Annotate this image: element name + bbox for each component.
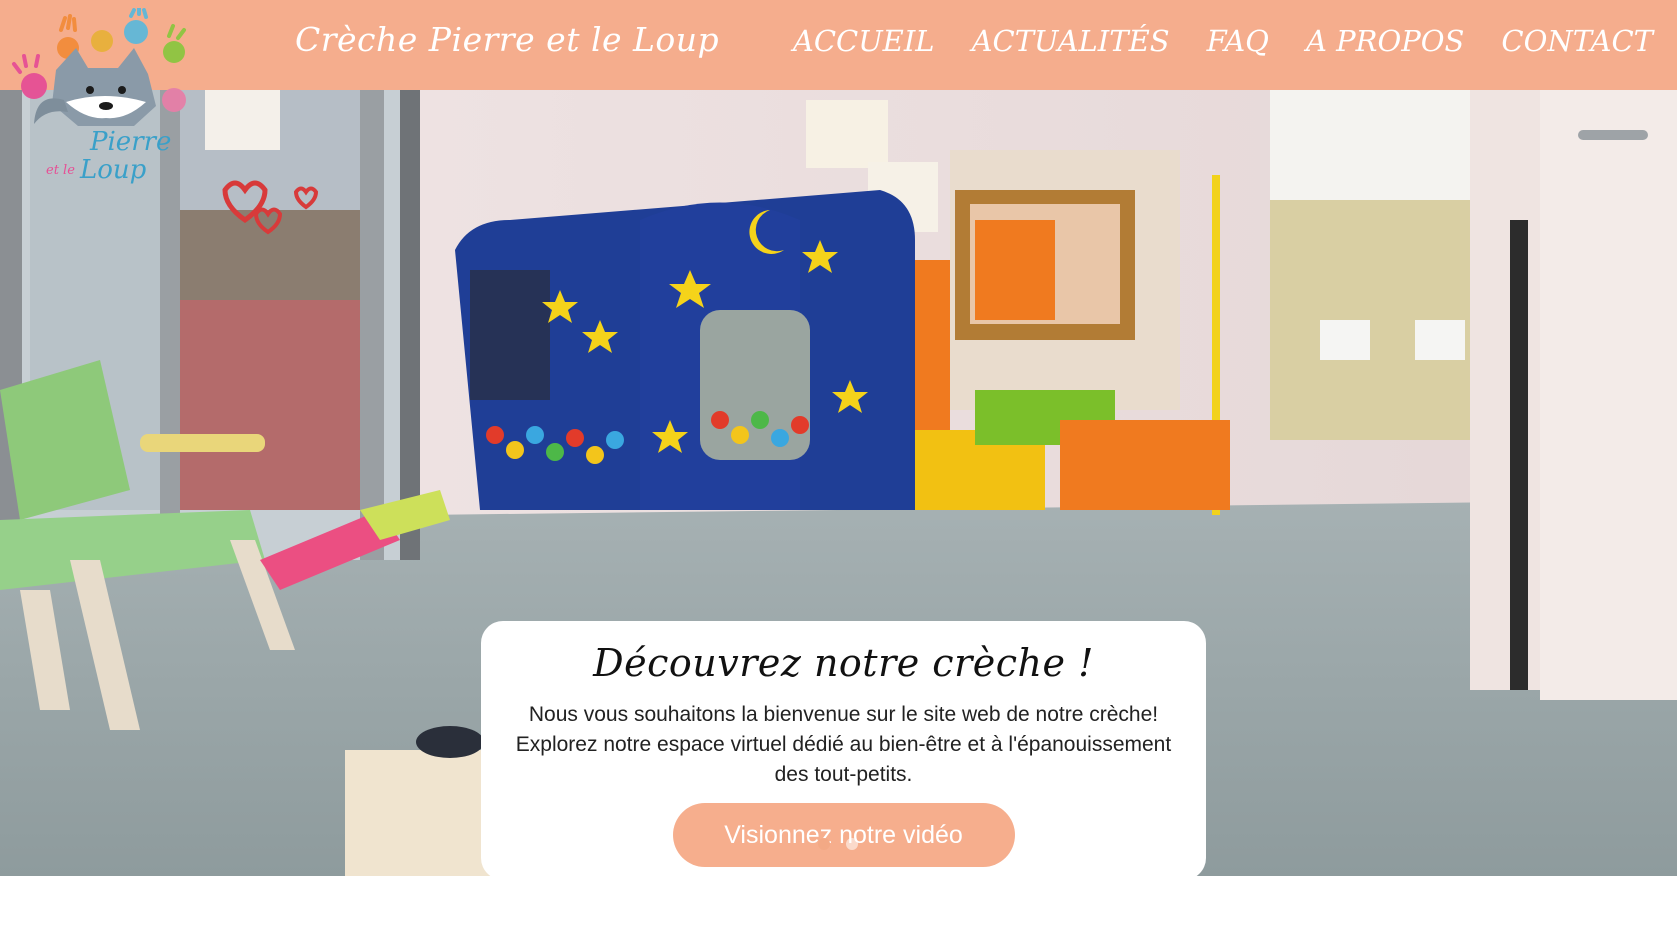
slide-dot-1[interactable] xyxy=(818,838,830,850)
card-title: Découvrez notre crèche ! xyxy=(593,641,1094,685)
logo-text-et-le: et le xyxy=(46,163,75,178)
nav-item-a-propos[interactable]: A PROPOS xyxy=(1306,24,1464,58)
slide-dot-2[interactable] xyxy=(846,838,858,850)
watch-video-button[interactable]: Visionnez notre vidéo xyxy=(672,803,1015,867)
site-title[interactable]: Crèche Pierre et le Loup xyxy=(295,20,719,59)
site-header: Crèche Pierre et le Loup ACCUEIL ACTUALI… xyxy=(0,0,1677,90)
slider-indicators xyxy=(818,838,858,850)
logo-text-loup: Loup xyxy=(79,155,147,185)
nav-item-contact[interactable]: CONTACT xyxy=(1501,24,1653,58)
nav-item-faq[interactable]: FAQ xyxy=(1207,24,1269,58)
nav-item-accueil[interactable]: ACCUEIL xyxy=(793,24,935,58)
card-description: Nous vous souhaitons la bienvenue sur le… xyxy=(515,703,1172,786)
nav-item-actualites[interactable]: ACTUALITÉS xyxy=(972,24,1170,58)
wolf-logo-icon[interactable]: Pierre et le Loup xyxy=(6,6,196,188)
hero-slider: Découvrez notre crèche ! Nous vous souha… xyxy=(0,90,1677,876)
main-nav: ACCUEIL ACTUALITÉS FAQ A PROPOS CONTACT xyxy=(793,24,1653,58)
logo-text-pierre: Pierre xyxy=(89,127,171,157)
